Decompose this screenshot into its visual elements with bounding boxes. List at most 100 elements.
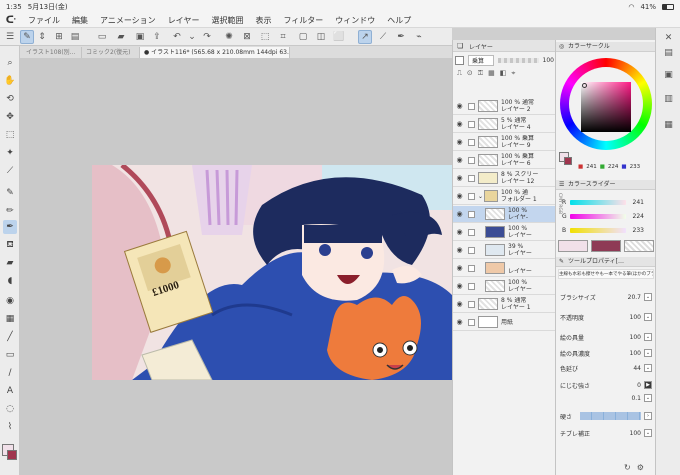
navigator-icon[interactable]: ▣	[662, 68, 675, 81]
wrench-settings-icon[interactable]: ⚙	[637, 463, 644, 472]
color-stretch-value[interactable]: 44	[621, 365, 641, 372]
blend-tool-icon[interactable]: ◖	[3, 274, 17, 288]
rotate-tool-icon[interactable]: ⟲	[3, 92, 17, 106]
green-slider-value[interactable]: 224	[626, 213, 644, 220]
color-saturation-square[interactable]	[581, 82, 631, 132]
lock-icon[interactable]: ⚿	[478, 69, 483, 79]
menu-file[interactable]: ファイル	[22, 15, 66, 26]
ruler-link-icon[interactable]: ⌖	[511, 69, 515, 79]
layer-property-icon[interactable]	[455, 56, 464, 65]
chevron-down-icon[interactable]: ⌄	[644, 364, 652, 372]
new-file-icon[interactable]: ▭	[95, 30, 109, 44]
menu-help[interactable]: ヘルプ	[381, 15, 417, 26]
reference-icon[interactable]: ⊙	[467, 69, 473, 79]
layer-row-selected[interactable]: ◉ 100 % レイヤ-	[453, 206, 556, 223]
pen-tool-icon[interactable]: ✎	[3, 186, 17, 200]
stabilizer-icon[interactable]: ↗	[358, 30, 372, 44]
correction-tool-icon[interactable]: ⌇	[3, 420, 17, 434]
blur-amount-row[interactable]: 0.1 ⌄	[560, 392, 652, 404]
transform-icon[interactable]: ⬚	[258, 30, 272, 44]
eraser-tool-icon[interactable]: ▰	[3, 256, 17, 270]
chevron-down-icon[interactable]: ⌄	[644, 349, 652, 357]
layer-row[interactable]: ◉ 100 % 乗算 レイヤー 9	[453, 134, 556, 151]
layer-checkbox[interactable]	[468, 282, 475, 290]
layer-checkbox[interactable]	[468, 228, 475, 236]
pen-pressure-icon[interactable]: ✒	[394, 30, 408, 44]
text-tool-icon[interactable]: A	[3, 384, 17, 398]
select-rect-icon[interactable]: ▢	[296, 30, 310, 44]
save-icon[interactable]: ▣	[133, 30, 147, 44]
paint-amount-row[interactable]: 絵の具量 100 ⌄	[560, 331, 652, 343]
tab-illust-116[interactable]: ● イラスト116* (565.68 x 210.08mm 144dpi 63.…	[140, 47, 290, 58]
figure-tool-icon[interactable]: ╱	[3, 330, 17, 344]
app-logo-icon[interactable]: ᑢ	[0, 15, 22, 26]
pencil-tool-icon[interactable]: ✏	[3, 204, 17, 218]
reset-icon[interactable]: ↻	[624, 463, 631, 472]
paper-layer-row[interactable]: ◉ 用紙	[453, 314, 556, 331]
layer-row[interactable]: ◉ レイヤー	[453, 260, 556, 277]
eye-icon[interactable]: ◉	[453, 318, 466, 326]
blue-slider-value[interactable]: 233	[626, 227, 644, 234]
layer-checkbox[interactable]	[468, 156, 475, 164]
layer-row[interactable]: ◉ 100 % 乗算 レイヤー 6	[453, 152, 556, 169]
ruler-snap-icon[interactable]: ⟋	[376, 30, 390, 44]
paint-density-row[interactable]: 絵の具濃度 100 ⌄	[560, 347, 652, 359]
settings-icon[interactable]: ⌁	[412, 30, 426, 44]
artwork-canvas[interactable]: £1000	[92, 165, 452, 380]
layer-checkbox[interactable]	[468, 300, 475, 308]
layer-checkbox[interactable]	[468, 102, 475, 110]
eye-icon[interactable]: ◉	[453, 102, 466, 110]
opacity-value[interactable]: 100	[621, 314, 641, 321]
opacity-row[interactable]: 不透明度 100 ⌄	[560, 311, 652, 323]
stabilization-value[interactable]: 100	[621, 430, 641, 437]
menu-view[interactable]: 表示	[249, 15, 277, 26]
layer-checkbox[interactable]	[468, 192, 475, 200]
play-icon[interactable]: ▶	[644, 381, 652, 389]
chevron-down-icon[interactable]: ⌄	[644, 394, 652, 402]
folder-row[interactable]: ◉ ⌄ 100 % 通フォルダー 1	[453, 188, 556, 205]
clip-icon[interactable]: ⎍	[457, 69, 462, 79]
blur-amount-value[interactable]: 0.1	[621, 395, 641, 402]
crop-icon[interactable]: ⌗	[276, 30, 290, 44]
layer-checkbox[interactable]	[468, 120, 475, 128]
blend-mode-select[interactable]: 乗算	[468, 55, 494, 66]
invert-selection-icon[interactable]: ◫	[314, 30, 328, 44]
chevron-down-icon[interactable]: ⌄	[644, 333, 652, 341]
undo-icon[interactable]: ↶	[170, 30, 184, 44]
layer-checkbox[interactable]	[468, 138, 475, 146]
eye-icon[interactable]: ◉	[453, 246, 466, 254]
eye-icon[interactable]: ◉	[453, 120, 466, 128]
clear-icon[interactable]: ⊠	[240, 30, 254, 44]
alpha-lock-icon[interactable]: ▦	[488, 69, 495, 79]
color-history-swatch[interactable]	[591, 240, 621, 252]
eye-icon[interactable]: ◉	[453, 264, 466, 272]
chevron-down-icon[interactable]: ⌄	[644, 429, 652, 437]
sub-view-icon[interactable]: ▥	[662, 92, 675, 105]
export-icon[interactable]: ⇪	[150, 30, 164, 44]
layer-search-icon[interactable]: ▦	[662, 118, 675, 131]
red-slider[interactable]: R 241	[562, 197, 652, 207]
tab-comic-2[interactable]: コミック2(復元)	[82, 47, 140, 58]
blue-slider[interactable]: B 233	[562, 225, 652, 235]
close-panel-icon[interactable]: ✕	[662, 31, 675, 44]
brush-size-row[interactable]: ブラシサイズ 20.7 ⌄	[560, 291, 652, 303]
stabilization-row[interactable]: チブレ補正 100 ⌄	[560, 427, 652, 439]
menu-layer[interactable]: レイヤー	[162, 15, 206, 26]
material-icon[interactable]: ▤	[662, 46, 675, 59]
layer-row[interactable]: ◉ 5 % 通常 レイヤー 4	[453, 116, 556, 133]
loading-icon[interactable]: ✺	[222, 30, 236, 44]
layer-row[interactable]: ◉ 100 % レイヤー	[453, 278, 556, 295]
menu-animation[interactable]: アニメーション	[94, 15, 162, 26]
balloon-tool-icon[interactable]: ◌	[3, 402, 17, 416]
blur-strength-value[interactable]: 0	[621, 382, 641, 389]
opacity-slider[interactable]	[498, 58, 539, 63]
layer-checkbox[interactable]	[468, 264, 475, 272]
layer-row[interactable]: ◉ 100 % 通常 レイヤー 2	[453, 98, 556, 115]
blur-strength-row[interactable]: にじむ強さ 0 ▶	[560, 379, 652, 391]
paint-density-value[interactable]: 100	[621, 350, 641, 357]
hardness-slider[interactable]	[580, 412, 641, 420]
frame-tool-icon[interactable]: ▭	[3, 348, 17, 362]
red-slider-value[interactable]: 241	[626, 199, 644, 206]
move-tool-icon[interactable]: ✥	[3, 110, 17, 124]
menu-edit[interactable]: 編集	[66, 15, 94, 26]
